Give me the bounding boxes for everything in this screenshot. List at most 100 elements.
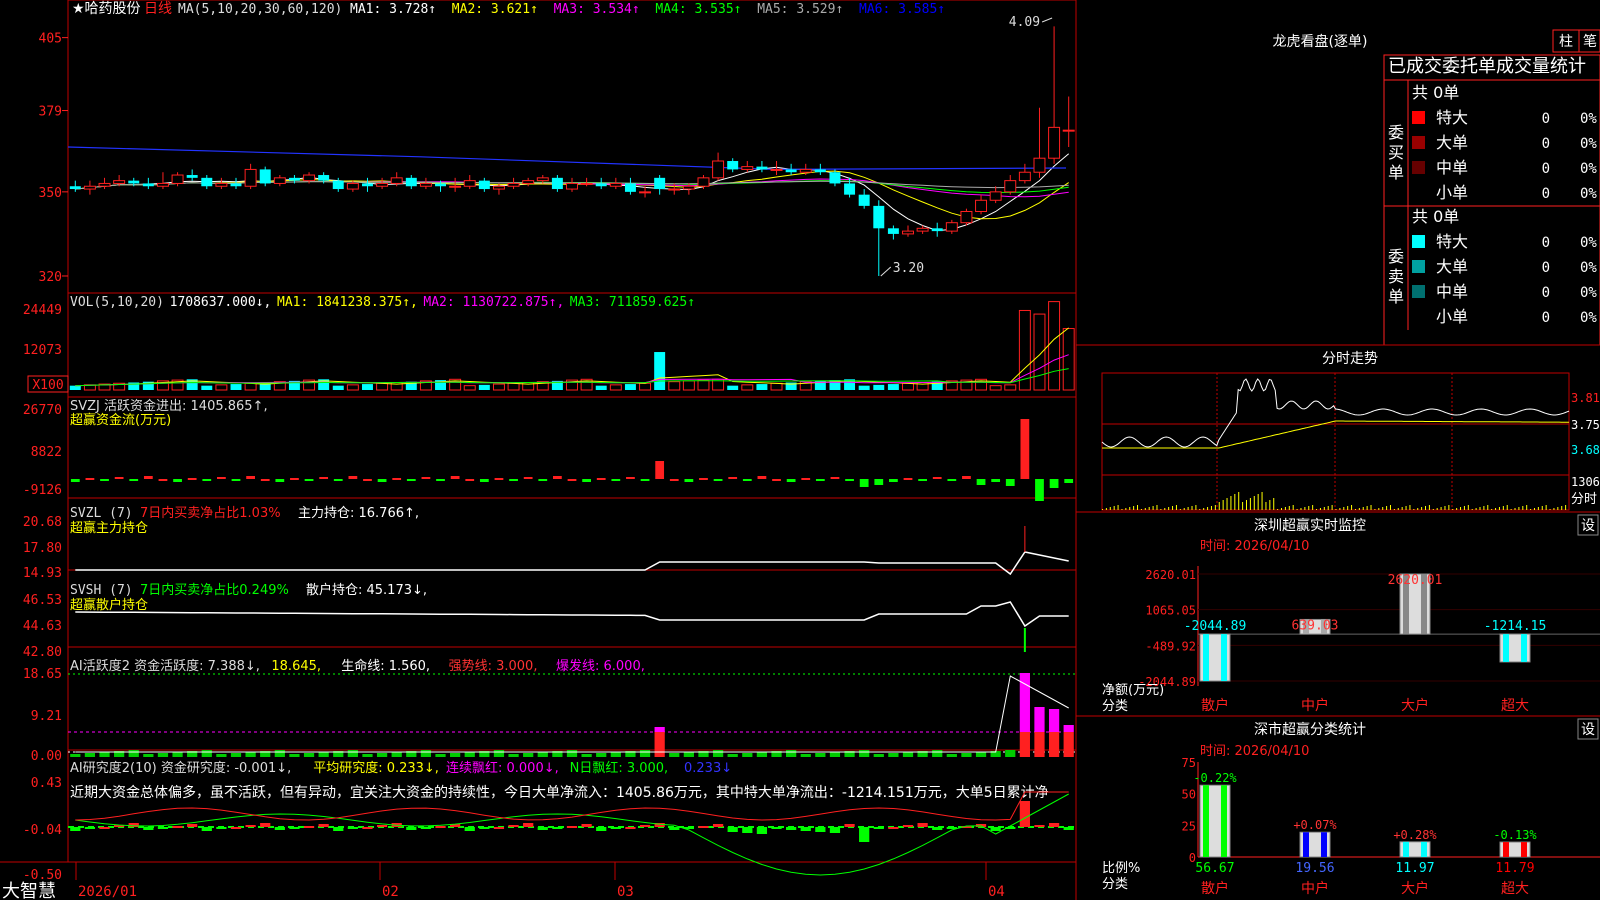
sell-row-pct: 0% [1580,310,1597,326]
sz-monitor-bar-value: 2620.01 [1388,573,1443,588]
intraday-volume-tick [1152,506,1154,510]
research-bar [932,827,943,830]
intraday-volume-tick [1378,508,1380,510]
buy-row-value: 0 [1542,111,1550,127]
sz-class-bar-change: +0.28% [1393,828,1437,842]
ma-5-line [75,153,1070,232]
volume-header-0: VOL(5,10,20) [70,295,164,310]
intraday-volume-tick [1351,505,1353,510]
svzj-flow-bar [611,479,621,481]
candle-down [873,205,885,229]
sz-monitor-bar-value: 639.03 [1292,618,1339,633]
activity-life-line [75,675,1069,753]
sz-class-bar-shade [1421,841,1427,857]
activity-bar [362,754,373,757]
ai-research-header-2: 连续飘红: 0.000↓, [446,760,559,776]
ai-research-header-4: 0.233↓ [684,761,732,776]
research-bar [464,827,475,831]
sell-swatch [1412,235,1425,248]
volume-bar [609,384,622,391]
activity-bar [435,754,446,757]
svzj-flow-bar [1035,479,1044,501]
candle-up [449,185,462,188]
intraday-volume-tick [1144,508,1146,510]
svzj-flow-bar [1049,479,1059,488]
research-bar [610,827,621,829]
intraday-volume-tick [1358,508,1360,510]
svzj-flow-bar [436,479,445,481]
sz-class-bar-shade [1403,841,1409,857]
buy-row-label: 大单 [1436,133,1468,152]
activity-bar [610,752,621,757]
sz-class-title: 深市超赢分类统计 [1254,721,1366,738]
activity-bar [932,750,943,757]
activity-bar [683,752,694,757]
activity-bar [172,752,183,757]
sz-monitor-bar-shade [1221,634,1227,681]
research-bar [435,826,446,828]
candle-up [507,182,520,187]
volume-bar [215,384,228,391]
ma-value-2: MA2: 3.621↑ [452,2,538,17]
intraday-volume-tick [1537,507,1539,510]
intraday-volume-tick [1199,509,1201,510]
intraday-volume-tick [1218,502,1220,510]
svsh-retail-position-line [75,601,1069,628]
intraday-volume-tick [1257,494,1259,510]
sell-row-pct: 0% [1580,285,1597,301]
svzj-flow-bar [173,479,182,482]
activity-bar [537,752,548,757]
activity-bar-peak [1034,707,1045,732]
intraday-volume-tick [1300,508,1302,510]
intraday-volume-tick [1452,509,1454,510]
intraday-volume-tick [1273,498,1275,510]
svzj-flow-bar [85,478,95,480]
x-axis-label: 2026/01 [78,884,137,900]
candle-up [989,191,1002,201]
svzj-flow-bar [100,479,109,481]
tab-stroke-label: 笔 [1583,34,1597,50]
svzj-flow-bar [348,476,358,479]
intraday-volume-tick [1312,505,1314,510]
candle-up [916,227,929,232]
sz-monitor-bar-value: -2044.89 [1184,619,1247,634]
intraday-volume-tick [1168,507,1170,510]
research-bar [581,824,592,827]
sz-monitor-unit: 净额(万元) [1102,683,1164,698]
svsh-y-tick: 42.80 [23,645,62,660]
candle-down [69,186,81,190]
high-marker: 4.09 [1009,15,1040,30]
sz-class-bar-shade [1203,785,1209,857]
activity-bar [639,750,651,757]
svzj-flow-bar [976,479,986,485]
sz-class-bar-value: 11.97 [1395,861,1434,876]
candle-up [171,174,184,184]
svzj-flow-bar [947,479,957,481]
x-axis-label: 04 [988,884,1005,900]
svzj-flow-bar [377,479,387,482]
research-bar [771,827,782,829]
trading-terminal: 405 379 350 320 4.09 3.20 ★哈药股份 日线 MA(5,10,20,30… [0,0,1600,900]
intraday-volume-tick [1113,506,1115,510]
volume-header-1: 1708637.000↓, [170,295,272,310]
ma-value-5: MA5: 3.529↑ [757,2,843,17]
intraday-volume-tick [1467,505,1469,510]
svzj-flow-bar [742,479,752,481]
svzj-flow-bar [217,477,226,479]
research-bar [596,827,607,831]
ai-active-y-tick: 0.00 [31,749,62,764]
activity-bar [128,750,139,757]
candle-down [435,183,446,187]
intraday-volume-tick [1518,507,1520,510]
intraday-volume-tick [1428,505,1430,510]
candle-up [1018,171,1031,182]
sell-row-pct: 0% [1580,235,1597,251]
intraday-volume-tick [1463,506,1465,510]
activity-bar [669,753,680,757]
intraday-volume-tick [1187,507,1189,510]
ma-header: MA(5,10,20,30,60,120) [178,2,342,17]
sell-swatch [1412,285,1425,298]
intraday-volume-tick [1526,505,1528,510]
intraday-volume-tick [1102,509,1103,510]
svzj-flow-bar [815,479,825,481]
